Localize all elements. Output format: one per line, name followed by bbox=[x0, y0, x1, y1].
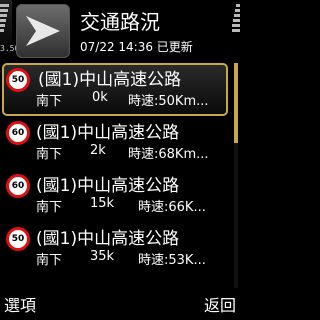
distance-label: 2k bbox=[90, 143, 106, 158]
direction-label: 南下 bbox=[36, 253, 63, 268]
speed-limit-sign-icon: 50 bbox=[6, 68, 30, 92]
speed-label: 時速:66K... bbox=[138, 200, 206, 215]
speed-limit-sign-icon: 60 bbox=[6, 174, 30, 198]
scrollbar-thumb[interactable] bbox=[234, 63, 238, 143]
distance-label: 0k bbox=[92, 90, 108, 105]
road-name: (國1)中山高速公路 bbox=[36, 123, 180, 143]
road-name: (國1)中山高速公路 bbox=[36, 176, 180, 196]
status-bar-left: 3.5G bbox=[0, 0, 19, 60]
page-title: 交通路況 bbox=[80, 10, 160, 34]
speed-label: 時速:53K... bbox=[138, 253, 206, 268]
speed-label: 時速:50Km... bbox=[128, 94, 209, 109]
speed-limit-sign-icon: 60 bbox=[6, 121, 30, 145]
options-softkey[interactable]: 選項 bbox=[4, 292, 36, 316]
road-name: (國1)中山高速公路 bbox=[36, 229, 180, 249]
list-item[interactable]: 50 (國1)中山高速公路 南下 35k 時速:53K... bbox=[2, 222, 228, 275]
speed-label: 時速:68Km... bbox=[128, 147, 209, 162]
scrollbar[interactable] bbox=[234, 63, 238, 288]
update-status: 07/22 14:36 已更新 bbox=[80, 40, 193, 54]
direction-label: 南下 bbox=[36, 147, 63, 162]
list-item[interactable]: 60 (國1)中山高速公路 南下 2k 時速:68Km... bbox=[2, 116, 228, 169]
signal-strength-icon bbox=[0, 4, 10, 44]
battery-level-icon bbox=[232, 4, 240, 44]
distance-label: 35k bbox=[90, 249, 115, 264]
speed-limit-sign-icon: 50 bbox=[6, 227, 30, 251]
softkey-bar: 選項 返回 bbox=[0, 294, 240, 320]
list-item[interactable]: 50 (國1)中山高速公路 南下 0k 時速:50Km... bbox=[2, 63, 228, 116]
distance-label: 15k bbox=[90, 196, 115, 211]
direction-label: 南下 bbox=[36, 94, 63, 109]
direction-label: 南下 bbox=[36, 200, 63, 215]
list-item[interactable]: 60 (國1)中山高速公路 南下 15k 時速:66K... bbox=[2, 169, 228, 222]
traffic-list: 50 (國1)中山高速公路 南下 0k 時速:50Km... 60 (國1)中山… bbox=[0, 63, 232, 275]
app-logo-icon bbox=[16, 4, 70, 58]
back-softkey[interactable]: 返回 bbox=[204, 292, 236, 316]
road-name: (國1)中山高速公路 bbox=[38, 70, 182, 90]
